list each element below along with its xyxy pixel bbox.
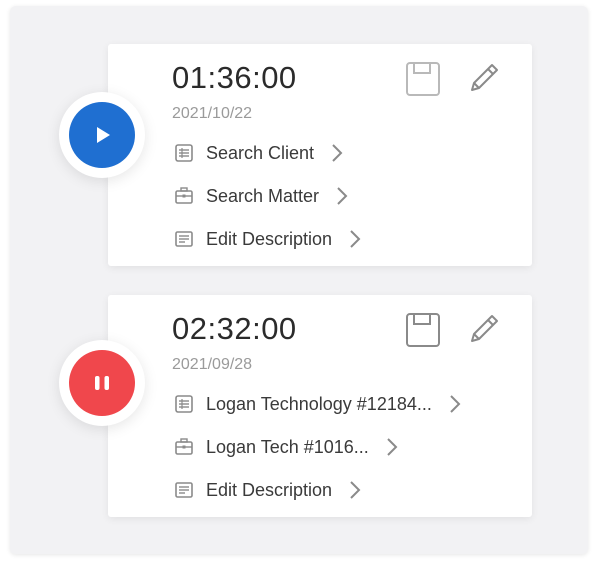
edit-button[interactable] [464, 58, 504, 98]
client-label: Logan Technology #12184... [206, 393, 432, 414]
save-button[interactable] [405, 61, 441, 97]
edit-description-row[interactable]: Edit Description [172, 478, 362, 502]
pause-icon [95, 376, 109, 390]
briefcase-icon [172, 435, 196, 459]
matter-row[interactable]: Logan Tech #1016... [172, 435, 399, 459]
timer-display: 02:32:00 [172, 311, 297, 346]
pencil-icon [471, 315, 498, 342]
timer-date: 2021/10/22 [172, 105, 253, 122]
description-label: Edit Description [206, 479, 333, 500]
description-icon [172, 227, 196, 251]
pencil-icon [471, 64, 498, 91]
timer-display: 01:36:00 [172, 60, 297, 95]
chevron-right-icon [348, 228, 362, 250]
chevron-right-icon [448, 393, 462, 415]
chevron-right-icon [330, 142, 344, 164]
description-icon [172, 478, 196, 502]
edit-description-row[interactable]: Edit Description [172, 227, 362, 251]
timer-card: 02:32:00 2021/09/28 Logan Technology #12… [108, 295, 532, 517]
matter-label: Logan Tech #1016... [206, 436, 369, 457]
client-list-icon [172, 392, 196, 416]
client-label: Search Client [206, 142, 315, 163]
timer-card: 01:36:00 2021/10/22 Search Client Search… [108, 44, 532, 266]
matter-label: Search Matter [206, 185, 320, 206]
play-button[interactable] [69, 102, 135, 168]
search-client-row[interactable]: Search Client [172, 141, 344, 165]
save-icon [406, 62, 440, 96]
client-list-icon [172, 141, 196, 165]
description-label: Edit Description [206, 228, 333, 249]
chevron-right-icon [385, 436, 399, 458]
client-row[interactable]: Logan Technology #12184... [172, 392, 462, 416]
pause-button[interactable] [69, 350, 135, 416]
play-icon [97, 127, 110, 143]
edit-button[interactable] [464, 309, 504, 349]
briefcase-icon [172, 184, 196, 208]
chevron-right-icon [335, 185, 349, 207]
timer-date: 2021/09/28 [172, 356, 253, 373]
save-button[interactable] [405, 312, 441, 348]
chevron-right-icon [348, 479, 362, 501]
save-icon [406, 313, 440, 347]
search-matter-row[interactable]: Search Matter [172, 184, 349, 208]
